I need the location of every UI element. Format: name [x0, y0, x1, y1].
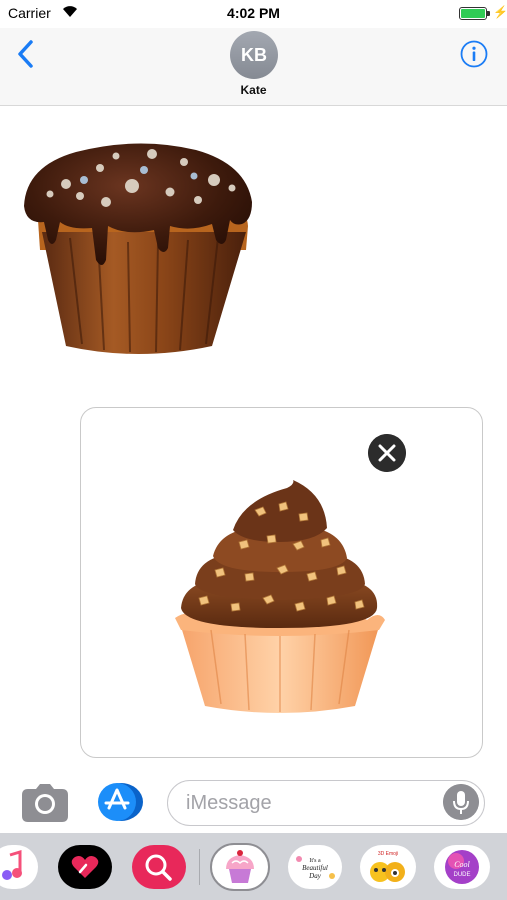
messages-screen: Carrier 4:02 PM ⚡ KB Kate iMessage It's …	[0, 0, 507, 900]
app-store-icon[interactable]	[95, 782, 145, 822]
battery-level	[461, 9, 485, 18]
chevron-left-icon[interactable]	[12, 36, 42, 72]
emoji-sticker-app-icon[interactable]: 3D Emoji	[360, 845, 416, 889]
search-icon	[145, 854, 172, 881]
cupcake-sticker-app-icon[interactable]	[210, 843, 270, 891]
digital-touch-app-icon[interactable]	[58, 845, 112, 889]
cool-dude-lettering-icon: Cool DUDE	[445, 850, 479, 884]
app-drawer: It's a Beautiful Day 3D Emoji Cool DUDE	[0, 833, 507, 900]
emoji-face-icon: 3D Emoji	[370, 851, 405, 882]
contact-name[interactable]: Kate	[0, 83, 507, 97]
contact-avatar[interactable]: KB	[230, 31, 278, 79]
cool-dude-sticker-app-icon[interactable]: Cool DUDE	[434, 845, 490, 889]
cupcake-icon	[226, 850, 254, 883]
conversation-header: KB Kate	[0, 28, 507, 106]
music-note-icon	[2, 849, 22, 880]
image-search-app-icon[interactable]	[132, 845, 186, 889]
status-time: 4:02 PM	[227, 5, 280, 21]
avatar-initials: KB	[241, 44, 267, 65]
caramel-nut-cupcake-sticker[interactable]	[175, 480, 385, 716]
svg-text:3D Emoji: 3D Emoji	[378, 851, 398, 857]
status-bar: Carrier 4:02 PM ⚡	[0, 0, 507, 28]
beautiful-day-sticker-app-icon[interactable]: It's a Beautiful Day	[288, 845, 342, 889]
close-icon[interactable]	[368, 434, 406, 472]
camera-icon[interactable]	[22, 784, 68, 822]
info-circle-icon[interactable]	[460, 40, 488, 68]
battery-icon	[459, 7, 490, 20]
heart-icon	[71, 856, 99, 878]
svg-text:Beautiful: Beautiful	[302, 864, 328, 872]
microphone-icon[interactable]	[443, 784, 479, 820]
sticker-preview-card	[80, 407, 483, 758]
svg-text:DUDE: DUDE	[453, 872, 470, 878]
beautiful-day-lettering-icon: It's a Beautiful Day	[296, 856, 335, 880]
imessage-input[interactable]: iMessage	[167, 780, 485, 826]
chocolate-drip-cupcake-sticker[interactable]	[20, 140, 256, 356]
imessage-placeholder: iMessage	[186, 792, 272, 814]
charging-bolt-icon: ⚡	[493, 5, 507, 19]
music-app-icon[interactable]	[0, 845, 38, 889]
svg-text:Cool: Cool	[454, 860, 470, 869]
battery-tip	[487, 11, 490, 16]
drawer-divider	[199, 849, 200, 885]
svg-text:Day: Day	[308, 872, 322, 880]
